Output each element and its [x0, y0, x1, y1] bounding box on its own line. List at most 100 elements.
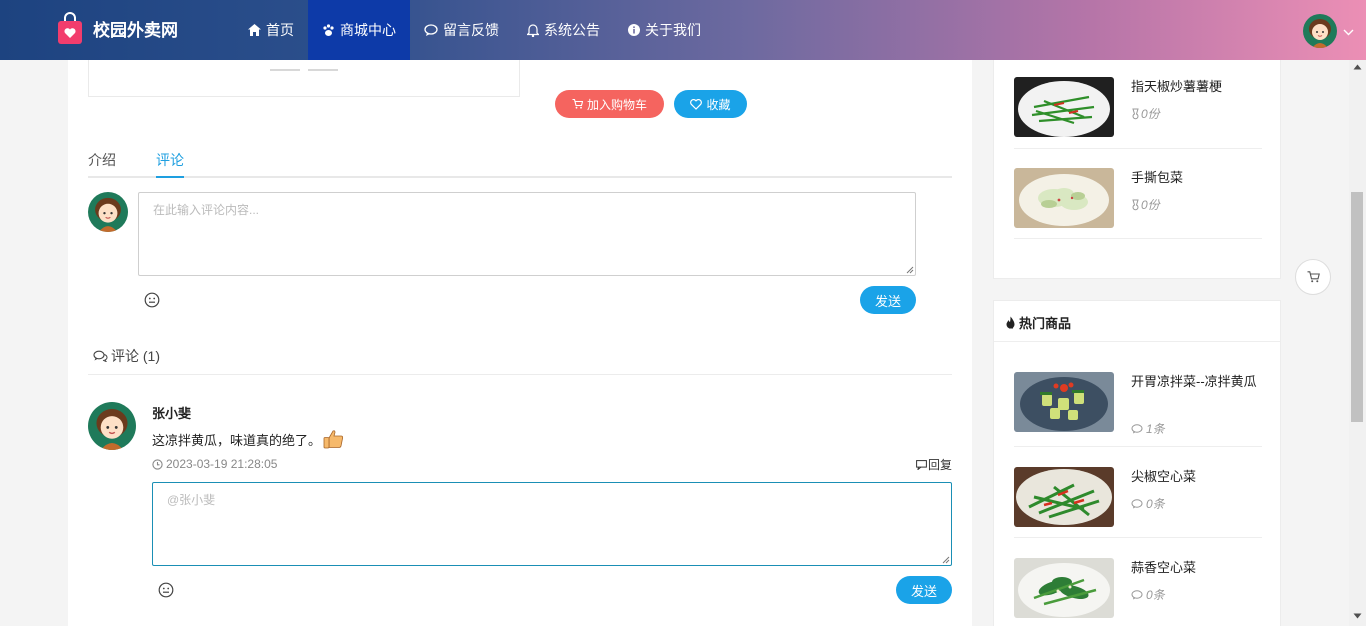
divider: [88, 374, 952, 375]
dish-sales-count: 0份: [1131, 196, 1160, 213]
bell-icon: [527, 23, 539, 37]
nav-about-label: 关于我们: [645, 22, 701, 38]
nav-home-label: 首页: [266, 22, 294, 38]
emoji-icon[interactable]: [144, 292, 160, 311]
heart-icon: [690, 98, 703, 110]
comment-text: 这凉拌黄瓜，味道真的绝了。: [152, 432, 322, 448]
nav-home[interactable]: 首页: [234, 0, 308, 60]
tab-intro[interactable]: 介绍: [88, 150, 116, 170]
site-logo[interactable]: 校园外卖网: [57, 12, 178, 45]
scrollbar-thumb[interactable]: [1351, 192, 1363, 422]
user-menu[interactable]: [1303, 14, 1354, 48]
dish-thumbnail[interactable]: [1014, 372, 1114, 432]
dish-name[interactable]: 指天椒炒薯薯梗: [1131, 77, 1267, 97]
add-to-cart-button[interactable]: 加入购物车: [555, 90, 664, 118]
comment-textarea[interactable]: 在此输入评论内容...: [138, 192, 916, 276]
current-user-avatar: [88, 192, 128, 232]
hot-products-heading: 热门商品: [1006, 313, 1071, 332]
dish-comment-count: 0条: [1131, 586, 1165, 603]
dish-thumbnail[interactable]: [1014, 168, 1114, 228]
comment-icon: [1131, 423, 1143, 433]
dish-sales-label: 0份: [1141, 107, 1160, 121]
product-detail-panel: 加入购物车 收藏 介绍 评论 在此输入评论内容... 发送 评论 (1) 张小斐…: [68, 58, 972, 626]
send-reply-button[interactable]: 发送: [896, 576, 952, 604]
comment-icon: [1131, 589, 1143, 599]
dish-comment-label: 1条: [1146, 422, 1165, 436]
thumbs-up-emoji-icon: [323, 430, 344, 449]
scroll-up-arrow-icon[interactable]: [1353, 64, 1362, 70]
resize-grip-icon[interactable]: [942, 556, 950, 564]
home-icon: [248, 24, 261, 36]
hot-products-title: 热门商品: [1019, 316, 1072, 331]
floating-cart-button[interactable]: [1295, 259, 1331, 295]
list-item[interactable]: 尖椒空心菜 0条: [1014, 467, 1262, 527]
reply-label: 回复: [928, 458, 953, 472]
comment-icon: [1131, 498, 1143, 508]
gallery-indicator[interactable]: [270, 69, 300, 71]
reply-placeholder: @张小斐: [167, 493, 216, 507]
divider: [1014, 537, 1262, 538]
top-nav-bar: 校园外卖网 首页 商城中心 留言反馈 系统公告 关于我们: [0, 0, 1366, 60]
fire-icon: [1006, 316, 1015, 329]
page-scrollbar[interactable]: [1349, 60, 1366, 626]
gallery-indicator[interactable]: [308, 69, 338, 71]
dish-comment-count: 0条: [1131, 495, 1165, 512]
dish-comment-label: 0条: [1146, 588, 1165, 602]
dish-name[interactable]: 手撕包菜: [1131, 168, 1267, 188]
list-item[interactable]: 蒜香空心菜 0条: [1014, 558, 1262, 618]
reply-button[interactable]: 回复: [916, 456, 952, 473]
chevron-down-icon[interactable]: [1343, 24, 1354, 39]
comment-timestamp: 2023-03-19 21:28:05: [152, 457, 277, 471]
detail-tabs: 介绍 评论: [88, 148, 952, 178]
main-nav: 首页 商城中心 留言反馈 系统公告 关于我们: [234, 0, 715, 60]
dish-thumbnail[interactable]: [1014, 558, 1114, 618]
comment-author-avatar[interactable]: [88, 402, 136, 450]
add-to-cart-label: 加入购物车: [586, 97, 647, 112]
list-item[interactable]: 指天椒炒薯薯梗 0份: [1014, 77, 1262, 137]
list-item[interactable]: 手撕包菜 0份: [1014, 168, 1262, 228]
shopping-bag-logo-icon: [57, 12, 83, 45]
divider: [1014, 148, 1262, 149]
sales-icon: [1132, 199, 1139, 210]
nav-feedback[interactable]: 留言反馈: [410, 0, 513, 60]
user-avatar[interactable]: [1303, 14, 1337, 48]
dish-name[interactable]: 蒜香空心菜: [1131, 558, 1267, 578]
dish-comment-count: 1条: [1131, 420, 1165, 437]
scroll-down-arrow-icon[interactable]: [1353, 613, 1362, 619]
dish-thumbnail[interactable]: [1014, 77, 1114, 137]
list-item[interactable]: 开胃凉拌菜--凉拌黄瓜 1条: [1014, 372, 1262, 436]
info-icon: [628, 24, 640, 36]
nav-about[interactable]: 关于我们: [614, 0, 715, 60]
hot-products-panel: 热门商品 开胃凉拌菜--凉拌黄瓜 1条 尖椒空心菜 0条 蒜香空心菜 0条: [993, 300, 1281, 626]
image-gallery-bottom: [88, 58, 520, 97]
dish-name[interactable]: 尖椒空心菜: [1131, 467, 1267, 487]
divider: [1014, 238, 1262, 239]
comment-count-label: 评论 (1): [111, 348, 160, 364]
comment-body: 这凉拌黄瓜，味道真的绝了。: [152, 429, 345, 449]
tab-comments[interactable]: 评论: [156, 150, 184, 170]
emoji-icon[interactable]: [158, 582, 174, 601]
dish-name[interactable]: 开胃凉拌菜--凉拌黄瓜: [1131, 372, 1267, 392]
dish-comment-label: 0条: [1146, 497, 1165, 511]
paw-icon: [322, 23, 335, 37]
reply-textarea[interactable]: @张小斐: [152, 482, 952, 566]
nav-mall-center[interactable]: 商城中心: [308, 0, 410, 60]
sales-icon: [1132, 108, 1139, 119]
active-tab-indicator: [156, 176, 184, 178]
divider: [1014, 446, 1262, 447]
nav-feedback-label: 留言反馈: [443, 22, 499, 38]
clock-icon: [152, 458, 163, 470]
comments-icon: [93, 350, 108, 362]
dish-thumbnail[interactable]: [1014, 467, 1114, 527]
comment-time-label: 2023-03-19 21:28:05: [166, 457, 278, 471]
nav-announcements[interactable]: 系统公告: [513, 0, 614, 60]
send-comment-button[interactable]: 发送: [860, 286, 916, 314]
recommended-panel: 指天椒炒薯薯梗 0份 手撕包菜 0份: [993, 48, 1281, 279]
favorite-button[interactable]: 收藏: [674, 90, 747, 118]
nav-announcements-label: 系统公告: [544, 22, 600, 38]
comment-placeholder: 在此输入评论内容...: [153, 203, 260, 217]
chat-icon: [424, 24, 438, 36]
resize-grip-icon[interactable]: [906, 266, 914, 274]
comment-author-name: 张小斐: [152, 406, 192, 421]
reply-icon: [916, 459, 927, 470]
